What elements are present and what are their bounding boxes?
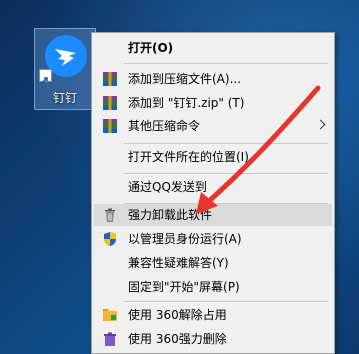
menu-item-label: 打开文件所在的位置(I)	[128, 150, 249, 164]
menu-separator	[124, 143, 328, 144]
menu-item-label: 强力卸载此软件	[128, 208, 213, 222]
menu-item-label: 添加到压缩文件(A)...	[128, 72, 242, 86]
menu-item-open[interactable]: 打开(O)	[94, 37, 332, 59]
menu-item-pin-to-start[interactable]: 固定到"开始"屏幕(P)	[94, 276, 332, 298]
menu-item-run-as-admin[interactable]: 以管理员身份运行(A)	[94, 228, 332, 250]
menu-item-360-force-delete[interactable]: 使用 360强力删除	[94, 328, 332, 350]
menu-item-compatibility-troubleshoot[interactable]: 兼容性疑难解答(Y)	[94, 252, 332, 274]
menu-item-label: 使用 360解除占用	[128, 308, 227, 322]
menu-item-label: 兼容性疑难解答(Y)	[128, 256, 229, 270]
menu-item-label: 使用 360强力删除	[128, 332, 227, 346]
menu-item-open-file-location[interactable]: 打开文件所在的位置(I)	[94, 146, 332, 168]
winrar-archive-icon	[103, 119, 117, 133]
trash-icon	[105, 208, 115, 222]
menu-separator	[124, 173, 328, 174]
menu-item-force-uninstall[interactable]: 强力卸载此软件	[94, 204, 332, 226]
winrar-archive-icon	[103, 72, 117, 86]
menu-item-360-unlock[interactable]: 使用 360解除占用	[94, 304, 332, 326]
context-menu: 打开(O) 添加到压缩文件(A)... 添加到 "钉钉.zip" (T) 其他压…	[91, 32, 335, 354]
menu-item-label: 其他压缩命令	[128, 119, 201, 133]
menu-item-add-to-archive[interactable]: 添加到压缩文件(A)...	[94, 68, 332, 90]
360-delete-icon	[104, 332, 116, 346]
menu-item-send-via-qq[interactable]: 通过QQ发送到	[94, 176, 332, 198]
menu-item-label: 添加到 "钉钉.zip" (T)	[128, 96, 245, 110]
menu-separator	[124, 301, 328, 302]
shortcut-arrow-icon	[39, 69, 52, 84]
chevron-right-icon	[315, 119, 326, 130]
menu-item-other-compress-commands[interactable]: 其他压缩命令	[94, 115, 332, 137]
desktop-icon-label: 钉钉	[52, 91, 77, 105]
dingtalk-desktop-shortcut[interactable]: 钉钉	[34, 28, 96, 110]
menu-item-label: 以管理员身份运行(A)	[128, 232, 242, 246]
360-unlock-icon	[103, 309, 117, 321]
menu-separator	[124, 63, 328, 64]
menu-item-label: 固定到"开始"屏幕(P)	[128, 280, 240, 294]
menu-item-add-to-zip[interactable]: 添加到 "钉钉.zip" (T)	[94, 92, 332, 114]
menu-item-label: 通过QQ发送到	[128, 180, 207, 194]
menu-item-label: 打开(O)	[128, 41, 174, 55]
uac-shield-icon	[104, 232, 116, 246]
winrar-archive-icon	[103, 96, 117, 110]
